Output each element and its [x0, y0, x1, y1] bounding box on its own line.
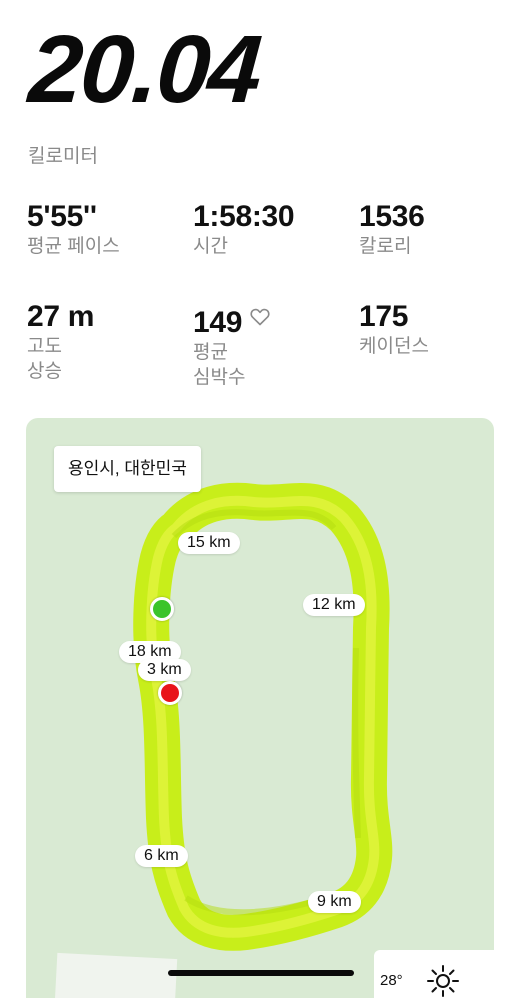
stat-elevation: 27 m 고도 상승 [27, 300, 94, 384]
stat-heart-rate: 149 평균 심박수 [193, 300, 270, 390]
km-marker-15: 15 km [178, 532, 240, 554]
elevation-label-line1: 고도 [27, 336, 62, 357]
stat-time: 1:58:30 시간 [193, 200, 295, 259]
km-marker-12: 12 km [303, 594, 365, 616]
calories-label: 칼로리 [359, 236, 412, 257]
time-value: 1:58:30 [193, 200, 295, 233]
heart-rate-row: 149 [193, 300, 270, 340]
weather-temperature: 28° [380, 972, 403, 989]
km-marker-3: 3 km [138, 659, 191, 681]
stat-calories: 1536 칼로리 [359, 200, 425, 259]
heart-rate-label-line1: 평균 [193, 342, 228, 363]
location-chip: 용인시, 대한민국 [54, 446, 201, 492]
route-path [133, 482, 393, 951]
time-label: 시간 [193, 236, 228, 257]
start-marker [150, 597, 174, 621]
stat-cadence: 175 케이던스 [359, 300, 429, 359]
end-marker [158, 681, 182, 705]
weather-badge: 28° [374, 950, 494, 998]
sun-icon [426, 964, 460, 998]
cadence-value: 175 [359, 300, 409, 333]
route-map[interactable]: 용인시, 대한민국 15 km 12 km 18 km 3 km 6 km 9 … [26, 418, 494, 998]
distance-value: 20.04 [25, 16, 264, 123]
elevation-label-line2: 상승 [27, 361, 62, 382]
heart-outline-icon [250, 300, 270, 334]
stat-pace: 5'55'' 평균 페이스 [27, 200, 120, 259]
cadence-label: 케이던스 [359, 336, 429, 357]
heart-rate-value: 149 [193, 306, 243, 339]
elevation-value: 27 m [27, 300, 95, 333]
km-marker-6: 6 km [135, 845, 188, 867]
pace-value: 5'55'' [27, 200, 97, 233]
map-landmark [54, 952, 178, 998]
distance-unit-label: 킬로미터 [28, 146, 98, 167]
pace-label: 평균 페이스 [27, 236, 120, 257]
calories-value: 1536 [359, 200, 425, 233]
home-indicator[interactable] [168, 970, 354, 976]
heart-rate-label-line2: 심박수 [193, 367, 246, 388]
km-marker-9: 9 km [308, 891, 361, 913]
